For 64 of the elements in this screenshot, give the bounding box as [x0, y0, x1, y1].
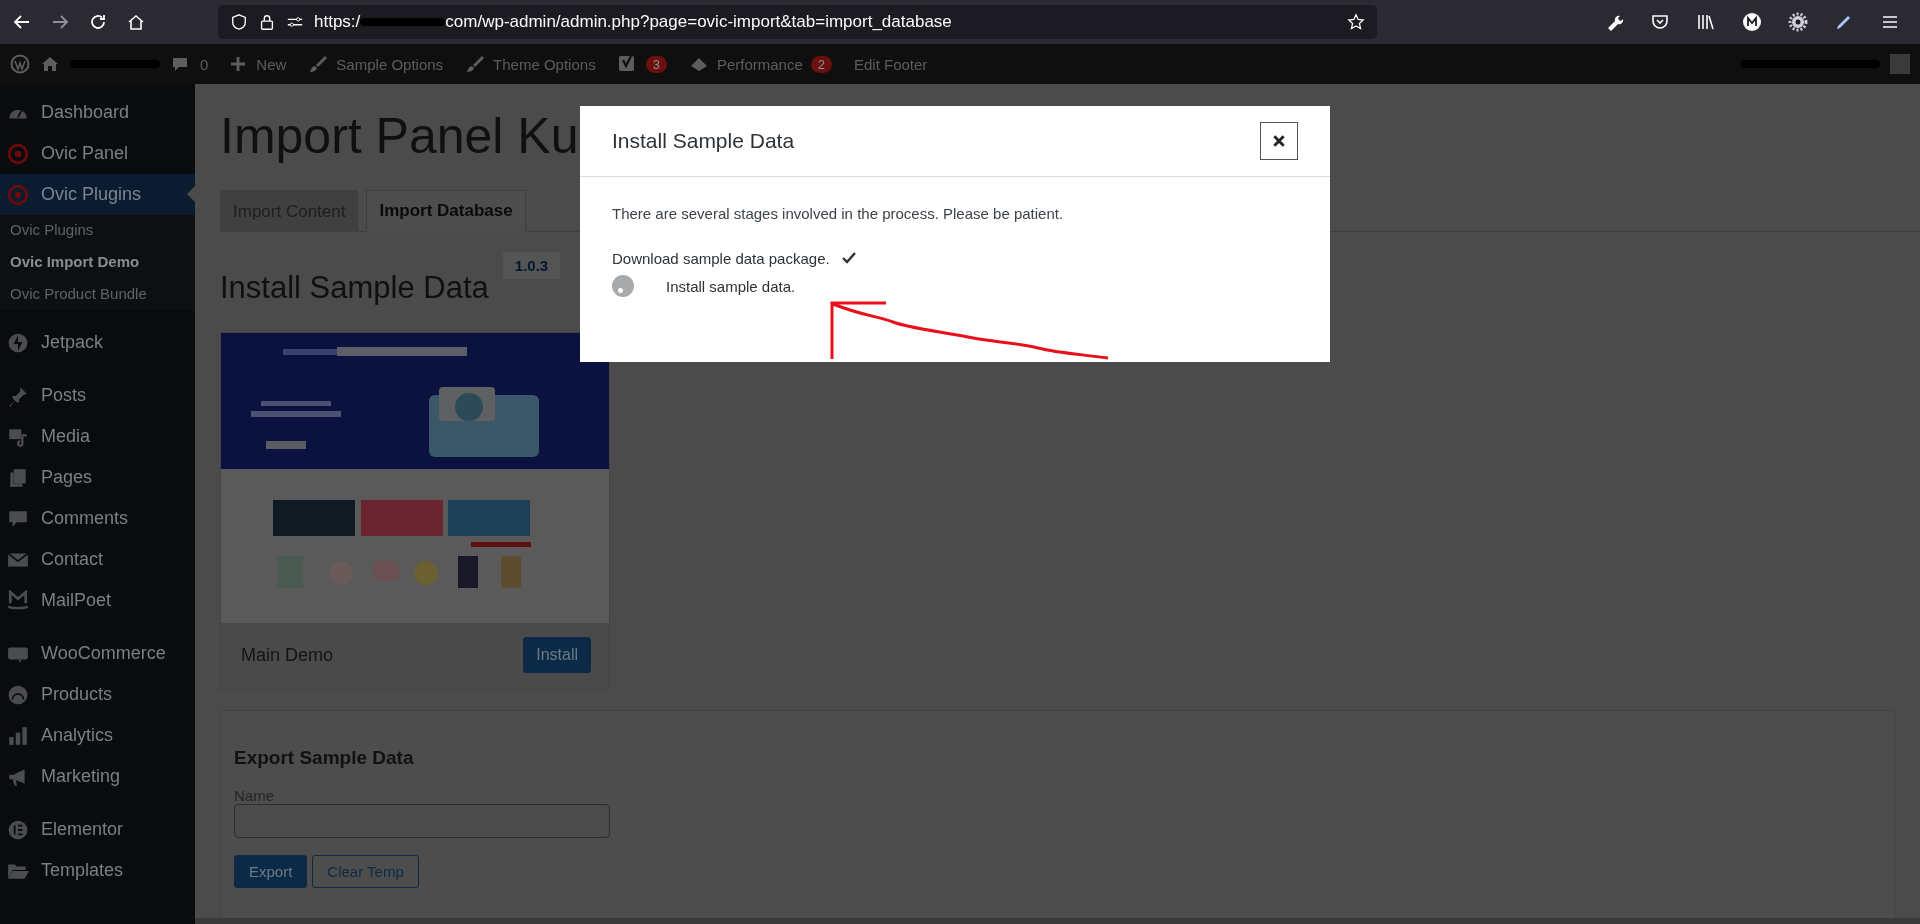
sidebar-item[interactable]: Dashboard [0, 92, 195, 133]
url-text: com/wp-admin/admin.php?page=ovic-import&tab=import_database [445, 12, 952, 32]
export-action-button[interactable]: Export [234, 855, 308, 888]
sidebar-item[interactable]: Media [0, 416, 195, 457]
admin-bar-link[interactable]: Sample Options [336, 55, 444, 73]
admin-bar-link[interactable]: Edit Footer [854, 55, 928, 73]
submenu-item[interactable]: Ovic Import Demo [10, 253, 195, 270]
brush-icon[interactable] [465, 54, 486, 74]
install-button[interactable]: Install [523, 637, 591, 673]
sidebar-item[interactable]: Ovic Panel [0, 133, 195, 174]
bar-chart-icon [7, 724, 29, 747]
scrollbar[interactable] [195, 918, 1920, 924]
address-bar[interactable]: https:/ com/wp-admin/admin.php?page=ovic-import&tab=import_database [218, 5, 1377, 39]
mail-logo-icon [7, 589, 29, 612]
pin-icon [7, 384, 29, 407]
shield-icon[interactable] [230, 13, 248, 31]
sidebar-item[interactable]: Posts [0, 375, 195, 416]
name-input-field[interactable] [234, 804, 610, 838]
sidebar-item[interactable]: Ovic Plugins [0, 174, 195, 215]
home-icon[interactable] [126, 12, 146, 32]
submenu-item[interactable]: Ovic Product Bundle [10, 285, 195, 302]
pages-icon [7, 466, 29, 489]
logo-icon[interactable] [10, 54, 30, 74]
count-badge: 3 [645, 55, 667, 73]
lock-icon[interactable] [258, 13, 276, 31]
sidebar-item[interactable]: Contact [0, 539, 195, 580]
submenu-item[interactable]: Ovic Plugins [10, 221, 195, 238]
pocket-icon[interactable] [1650, 12, 1670, 32]
sidebar-item[interactable]: Products [0, 674, 195, 715]
section-heading: Install Sample Data [220, 270, 489, 306]
star-icon[interactable] [1347, 13, 1365, 31]
gear-icon[interactable] [1788, 12, 1808, 32]
sidebar-item[interactable]: Marketing [0, 756, 195, 797]
avatar-icon[interactable] [1742, 12, 1762, 32]
reload-icon[interactable] [88, 12, 108, 32]
sidebar-item[interactable]: MailPoet [0, 580, 195, 621]
sidebar-item[interactable]: Pages [0, 457, 195, 498]
sidebar-item[interactable]: Templates [0, 850, 195, 891]
comment-count[interactable]: 0 [200, 55, 209, 73]
circle-logo-icon [7, 818, 29, 841]
target-icon [7, 183, 29, 206]
sidebar-item[interactable]: WooCommerce [0, 633, 195, 674]
close-icon [1272, 134, 1286, 148]
admin-bar-link[interactable]: Theme Options [493, 55, 596, 73]
page-title: Import Panel Ku [220, 107, 579, 165]
admin-bar-link[interactable]: Performance [716, 55, 803, 73]
library-icon[interactable] [1696, 12, 1716, 32]
url-text: https:/ [314, 12, 361, 32]
intro-text: There are several stages involved in the process. Please be patient. [612, 205, 1065, 222]
step-text: Download sample data package. [612, 249, 830, 267]
admin-bar-link[interactable]: New [256, 55, 287, 73]
brush-icon[interactable] [308, 54, 329, 74]
modal-title: Install Sample Data [612, 129, 795, 153]
target-icon [7, 142, 29, 165]
sidebar-item[interactable]: Jetpack [0, 322, 195, 363]
close-button[interactable] [1260, 122, 1298, 160]
sidebar-item[interactable]: Comments [0, 498, 195, 539]
bolt-icon [7, 331, 29, 354]
version-badge: 1.0.3 [502, 252, 561, 279]
sidebar-item[interactable]: Analytics [0, 715, 195, 756]
panel-heading: Export Sample Data [234, 747, 415, 769]
count-badge: 2 [810, 55, 832, 73]
step-text: Install sample data. [666, 277, 796, 295]
sidebar-item[interactable]: Elementor [0, 809, 195, 850]
